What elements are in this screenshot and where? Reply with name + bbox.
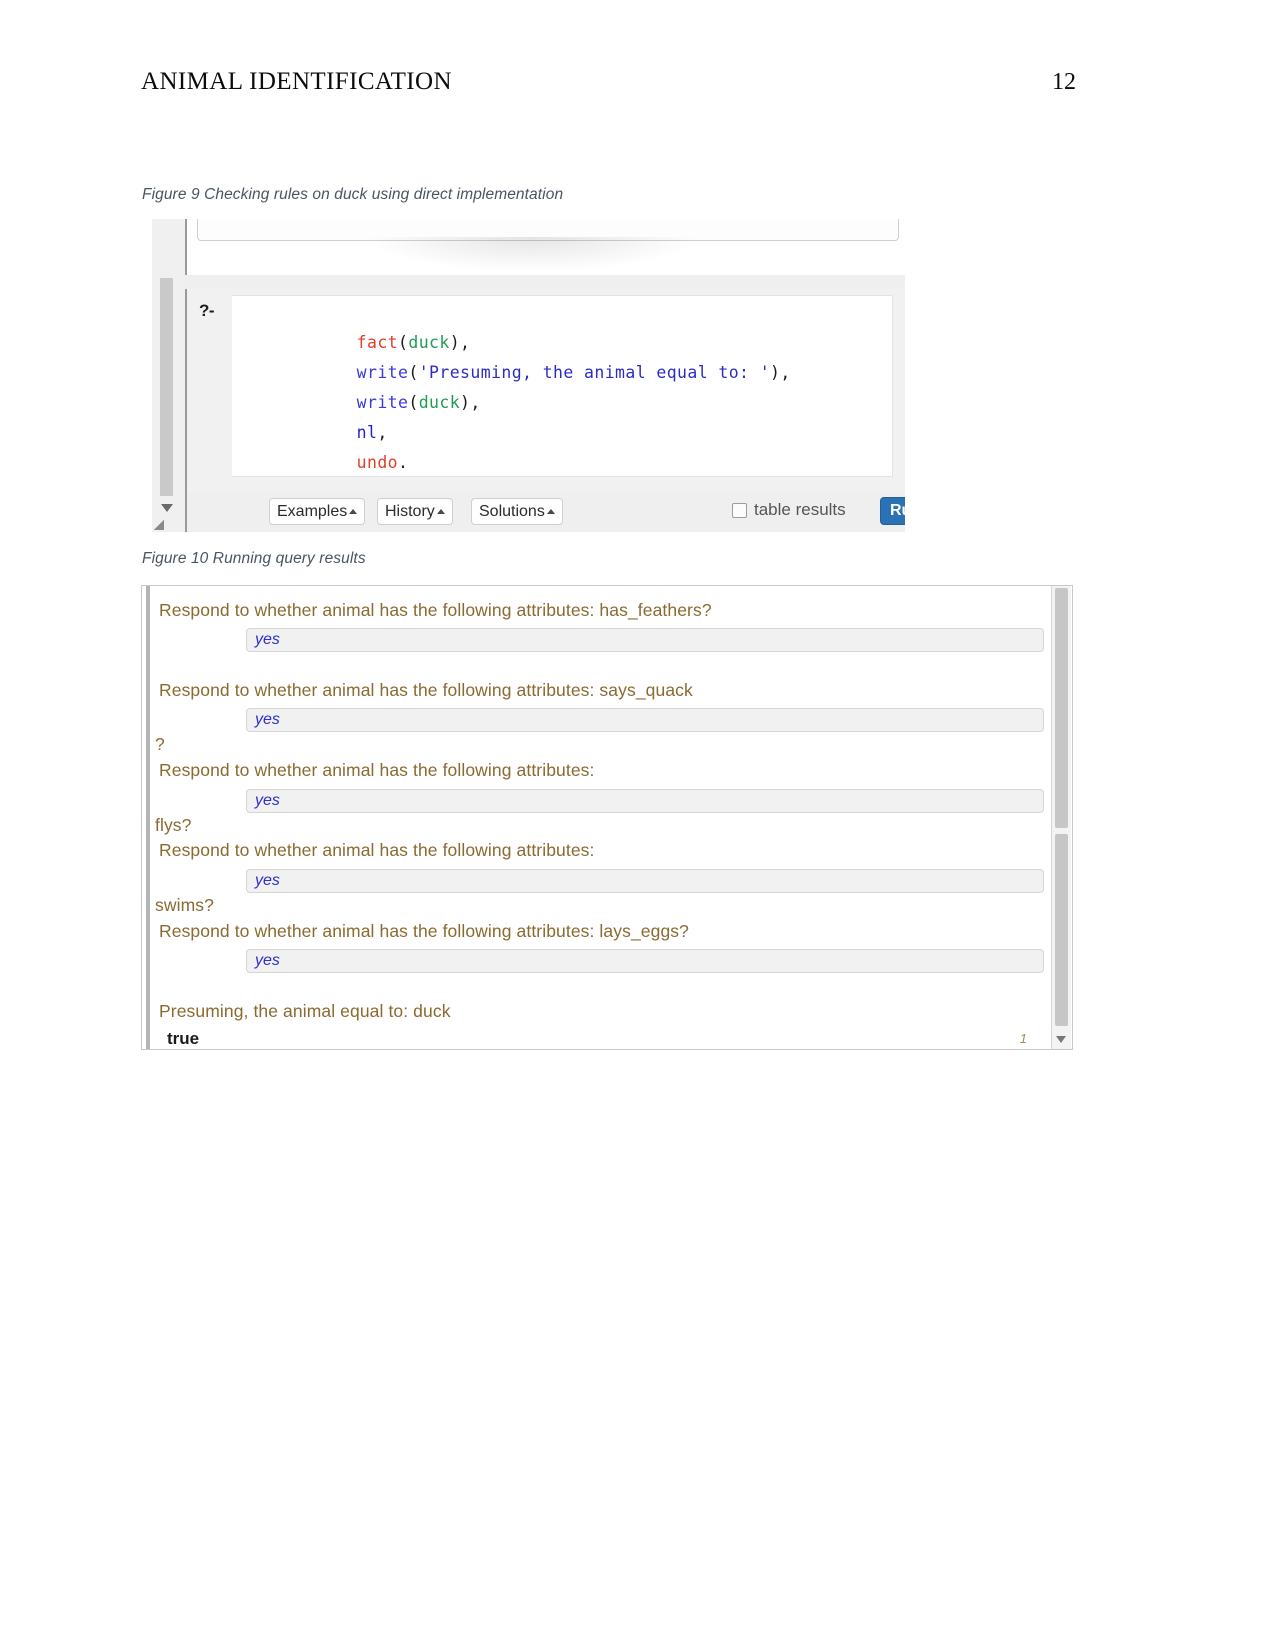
examples-button-label: Examples (277, 502, 348, 520)
output-true-flag: true (167, 1029, 200, 1048)
panel-shadow (367, 237, 697, 271)
output-answer-field[interactable]: yes (246, 789, 1044, 813)
resize-corner-icon[interactable] (154, 520, 164, 530)
solutions-button[interactable]: Solutions (471, 498, 563, 525)
output-answer-value: yes (255, 952, 280, 969)
output-scrollbar-thumb-upper[interactable] (1055, 588, 1068, 828)
query-toolbar: Examples History Solutions table results… (185, 492, 905, 532)
output-answer-field[interactable]: yes (246, 708, 1044, 732)
output-question: Respond to whether animal has the follow… (159, 680, 693, 700)
output-answer-value: yes (255, 711, 280, 728)
output-answer-field[interactable]: yes (246, 628, 1044, 652)
output-question: Respond to whether animal has the follow… (159, 840, 595, 860)
output-scrollbar[interactable] (1051, 586, 1071, 1049)
output-answer-field[interactable]: yes (246, 869, 1044, 893)
output-fragment: flys? (155, 815, 192, 835)
code-token-close: . (398, 453, 409, 472)
examples-button[interactable]: Examples (269, 498, 366, 525)
output-body: Respond to whether animal has the follow… (151, 586, 1051, 1049)
run-button-label: Run! (890, 502, 905, 519)
editor-top-panel-clipped (185, 219, 905, 275)
output-question: Respond to whether animal has the follow… (159, 921, 689, 941)
output-fragment: swims? (155, 895, 214, 915)
output-question: Respond to whether animal has the follow… (159, 760, 595, 780)
caret-up-icon (546, 509, 555, 514)
output-question: Respond to whether animal has the follow… (159, 600, 712, 620)
code-token-open-paren: ( (408, 393, 419, 412)
output-left-border (146, 586, 150, 1049)
code-token-argument: duck (418, 393, 461, 412)
code-token-close: ), (770, 363, 791, 382)
output-answer-value: yes (255, 872, 280, 889)
table-results-checkbox[interactable] (732, 502, 747, 518)
figure-9-image: ?- fact(duck), write('Presuming, the ani… (152, 219, 905, 532)
solution-count: 1 (1019, 1031, 1027, 1046)
output-result: Presuming, the animal equal to: duck (159, 1001, 451, 1021)
solutions-button-label: Solutions (479, 502, 545, 520)
run-button[interactable]: Run! (880, 497, 905, 525)
scroll-down-arrow-icon[interactable] (161, 504, 173, 512)
figure-10-caption: Figure 10 Running query results (142, 550, 366, 567)
figure-10-image: Respond to whether animal has the follow… (141, 585, 1073, 1050)
output-answer-value: yes (255, 631, 280, 648)
caret-up-icon (436, 509, 445, 514)
table-results-control[interactable]: table results (732, 500, 846, 520)
scroll-down-arrow-icon[interactable] (1056, 1036, 1066, 1043)
table-results-label: table results (754, 500, 846, 519)
code-token-predicate: undo (356, 453, 399, 472)
page-title: ANIMAL IDENTIFICATION (141, 68, 452, 95)
page-header: ANIMAL IDENTIFICATION 12 (141, 68, 1076, 102)
query-prompt-label: ?- (199, 301, 215, 320)
output-fragment: ? (155, 734, 165, 754)
query-code-area[interactable]: fact(duck), write('Presuming, the animal… (232, 295, 893, 477)
output-scrollbar-thumb-lower[interactable] (1055, 834, 1068, 1026)
output-answer-value: yes (255, 792, 280, 809)
page-number: 12 (1052, 69, 1076, 95)
output-answer-field[interactable]: yes (246, 949, 1044, 973)
figure-9-caption: Figure 9 Checking rules on duck using di… (142, 186, 564, 203)
code-line-5: undo. (274, 434, 408, 491)
editor-scrollbar-thumb[interactable] (160, 278, 173, 496)
query-editor-panel: ?- fact(duck), write('Presuming, the ani… (185, 289, 905, 492)
code-token-close: ), (460, 393, 481, 412)
caret-up-icon (349, 509, 358, 514)
history-button-label: History (385, 502, 435, 520)
editor-left-gutter (152, 219, 186, 532)
history-button[interactable]: History (377, 498, 453, 525)
